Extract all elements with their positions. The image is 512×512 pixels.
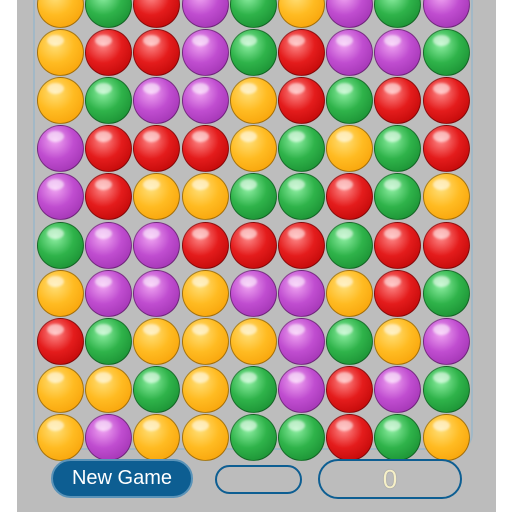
orange-ball[interactable] xyxy=(133,317,181,365)
purple-ball[interactable] xyxy=(181,77,229,125)
orange-ball[interactable] xyxy=(229,317,277,365)
orange-ball[interactable] xyxy=(181,269,229,317)
orange-ball[interactable] xyxy=(37,413,84,461)
green-ball[interactable] xyxy=(422,269,470,317)
red-ball[interactable] xyxy=(326,365,374,413)
green-ball[interactable] xyxy=(229,365,277,413)
score-display: 0 xyxy=(318,459,462,499)
red-ball[interactable] xyxy=(422,77,470,125)
purple-ball[interactable] xyxy=(278,269,325,317)
game-window: New Game 0 xyxy=(0,0,512,512)
purple-ball[interactable] xyxy=(229,269,277,317)
orange-ball[interactable] xyxy=(37,269,84,317)
orange-ball[interactable] xyxy=(181,173,229,221)
new-game-button[interactable]: New Game xyxy=(51,459,193,498)
green-ball[interactable] xyxy=(85,317,133,365)
purple-ball[interactable] xyxy=(37,125,84,173)
green-ball[interactable] xyxy=(422,365,470,413)
red-ball[interactable] xyxy=(181,221,229,269)
purple-ball[interactable] xyxy=(181,29,229,77)
orange-ball[interactable] xyxy=(422,413,470,461)
purple-ball[interactable] xyxy=(278,365,325,413)
red-ball[interactable] xyxy=(278,221,325,269)
purple-ball[interactable] xyxy=(133,221,181,269)
red-ball[interactable] xyxy=(37,317,84,365)
red-ball[interactable] xyxy=(229,221,277,269)
purple-ball[interactable] xyxy=(85,269,133,317)
orange-ball[interactable] xyxy=(229,77,277,125)
red-ball[interactable] xyxy=(374,221,422,269)
red-ball[interactable] xyxy=(422,125,470,173)
red-ball[interactable] xyxy=(181,125,229,173)
purple-ball[interactable] xyxy=(374,365,422,413)
purple-ball[interactable] xyxy=(85,413,133,461)
orange-ball[interactable] xyxy=(181,365,229,413)
green-ball[interactable] xyxy=(229,413,277,461)
red-ball[interactable] xyxy=(422,221,470,269)
purple-ball[interactable] xyxy=(422,317,470,365)
green-ball[interactable] xyxy=(326,317,374,365)
status-display xyxy=(215,465,302,494)
red-ball[interactable] xyxy=(374,269,422,317)
orange-ball[interactable] xyxy=(85,365,133,413)
green-ball[interactable] xyxy=(37,221,84,269)
green-ball[interactable] xyxy=(278,125,325,173)
green-ball[interactable] xyxy=(229,29,277,77)
orange-ball[interactable] xyxy=(229,125,277,173)
green-ball[interactable] xyxy=(374,413,422,461)
green-ball[interactable] xyxy=(133,365,181,413)
orange-ball[interactable] xyxy=(37,29,84,77)
orange-ball[interactable] xyxy=(181,317,229,365)
orange-ball[interactable] xyxy=(37,365,84,413)
red-ball[interactable] xyxy=(278,77,325,125)
green-ball[interactable] xyxy=(278,413,325,461)
orange-ball[interactable] xyxy=(374,317,422,365)
purple-ball[interactable] xyxy=(278,317,325,365)
green-ball[interactable] xyxy=(422,29,470,77)
green-ball[interactable] xyxy=(229,173,277,221)
red-ball[interactable] xyxy=(326,413,374,461)
green-ball[interactable] xyxy=(326,221,374,269)
purple-ball[interactable] xyxy=(133,269,181,317)
orange-ball[interactable] xyxy=(37,77,84,125)
purple-ball[interactable] xyxy=(326,29,374,77)
orange-ball[interactable] xyxy=(422,173,470,221)
orange-ball[interactable] xyxy=(133,413,181,461)
orange-ball[interactable] xyxy=(326,269,374,317)
orange-ball[interactable] xyxy=(181,413,229,461)
red-ball[interactable] xyxy=(85,29,133,77)
purple-ball[interactable] xyxy=(85,221,133,269)
red-ball[interactable] xyxy=(278,29,325,77)
